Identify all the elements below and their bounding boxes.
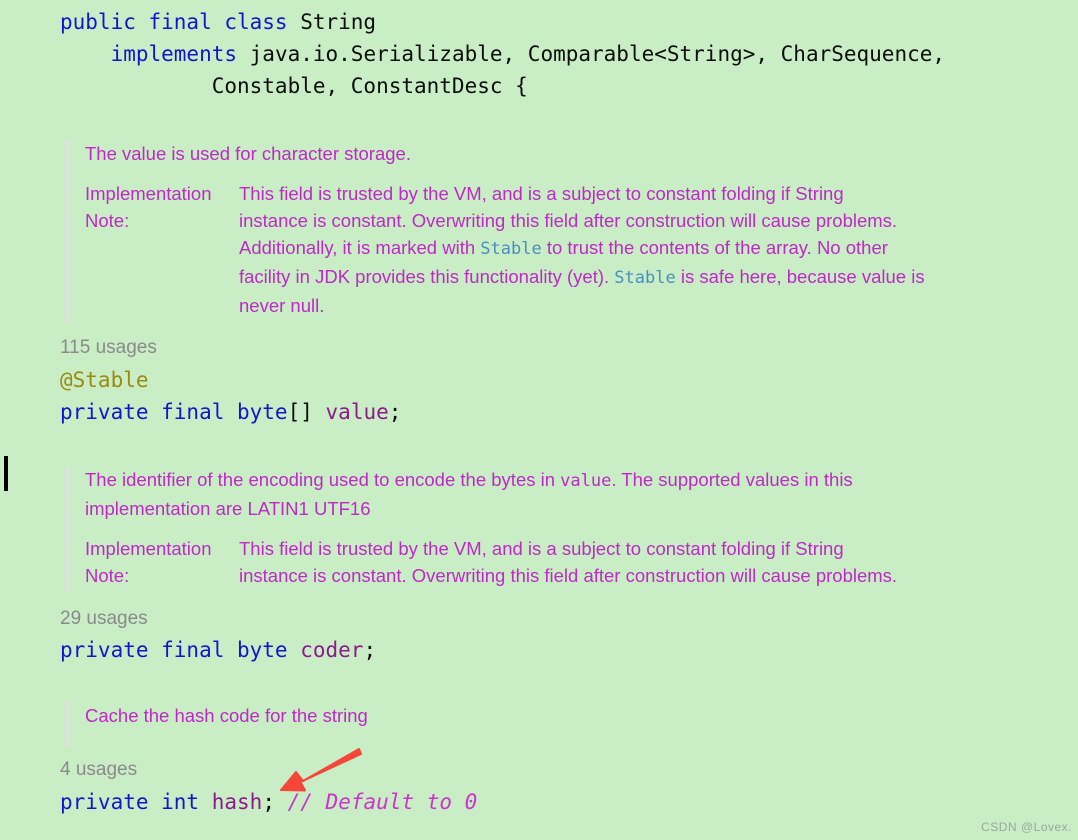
implements-list-part-2: Constable, ConstantDesc {	[211, 74, 528, 98]
javadoc-tag-text: This field is trusted by the VM, and is …	[239, 180, 925, 319]
field-name-coder: coder	[300, 638, 364, 662]
javadoc-block-value: The value is used for character storage.…	[66, 140, 1026, 322]
usages-hint-value[interactable]: 115 usages	[60, 336, 157, 360]
annotation-stable: @Stable	[60, 364, 149, 396]
line-2-indent	[60, 42, 111, 66]
implements-list-part-1: java.io.Serializable, Comparable<String>…	[249, 42, 946, 66]
tag-line: This field is trusted by the VM, and is …	[239, 183, 844, 204]
field-terminator-hash: ;	[262, 790, 275, 814]
summary-line: The identifier of the encoding used to e…	[85, 469, 853, 491]
field-modifiers-coder: private final byte	[60, 638, 288, 662]
javadoc-tag-label: Implementation Note:	[85, 183, 217, 231]
tag-line: never null.	[239, 295, 325, 316]
field-name-hash: hash	[211, 790, 263, 814]
usages-hint-coder[interactable]: 29 usages	[60, 607, 148, 631]
inline-code-stable: Stable	[614, 268, 676, 288]
field-array-brackets-value: []	[287, 400, 313, 424]
javadoc-tag-label: Implementation Note:	[85, 538, 217, 586]
field-modifiers-value: private final byte	[60, 400, 288, 424]
javadoc-summary-value: The value is used for character storage.	[85, 143, 411, 164]
annotation-label: @Stable	[60, 368, 149, 392]
field-name-value: value	[325, 400, 389, 424]
field-modifiers-hash: private int	[60, 790, 200, 814]
class-declaration-line-2: implements java.io.Serializable, Compara…	[60, 38, 945, 70]
class-declaration-line-3: Constable, ConstantDesc {	[60, 70, 528, 102]
javadoc-block-hash: Cache the hash code for the string	[66, 702, 1026, 747]
javadoc-tag-implnote-coder: Implementation Note: This field is trust…	[85, 535, 1026, 589]
tag-line: Additionally, it is marked with Stable t…	[239, 237, 888, 259]
tag-line: This field is trusted by the VM, and is …	[239, 538, 844, 559]
field-declaration-coder: private final byte coder;	[60, 634, 376, 666]
class-declaration-keywords: public final class	[60, 10, 301, 34]
field-declaration-hash: private int hash; // Default to 0	[60, 786, 477, 818]
inline-code-value: value	[560, 471, 612, 491]
tag-line: instance is constant. Overwriting this f…	[239, 210, 898, 231]
class-name: String	[300, 10, 377, 34]
line-3-indent	[60, 74, 212, 98]
tag-line: facility in JDK provides this functional…	[239, 266, 925, 288]
javadoc-summary-coder: The identifier of the encoding used to e…	[85, 466, 1026, 522]
field-terminator-coder: ;	[363, 638, 377, 662]
javadoc-summary-hash: Cache the hash code for the string	[85, 705, 368, 726]
summary-line: implementation are LATIN1 UTF16	[85, 498, 371, 519]
field-declaration-value: private final byte[] value;	[60, 396, 401, 428]
trailing-comment-hash: // Default to 0	[287, 790, 478, 814]
javadoc-tag-implnote-value: Implementation Note: This field is trust…	[85, 180, 1026, 319]
javadoc-block-coder: The identifier of the encoding used to e…	[66, 466, 1026, 591]
usages-hint-hash[interactable]: 4 usages	[60, 758, 137, 782]
field-terminator-value: ;	[388, 400, 402, 424]
csdn-watermark: CSDN @Lovex.	[981, 820, 1072, 834]
inline-code-stable: Stable	[480, 239, 542, 259]
text-caret	[4, 456, 8, 491]
class-declaration-line-1: public final class String	[60, 6, 376, 38]
implements-keyword: implements	[110, 42, 250, 66]
javadoc-tag-text: This field is trusted by the VM, and is …	[239, 535, 897, 589]
tag-line: instance is constant. Overwriting this f…	[239, 565, 898, 586]
code-editor-viewport[interactable]: public final class String implements jav…	[0, 0, 1078, 840]
